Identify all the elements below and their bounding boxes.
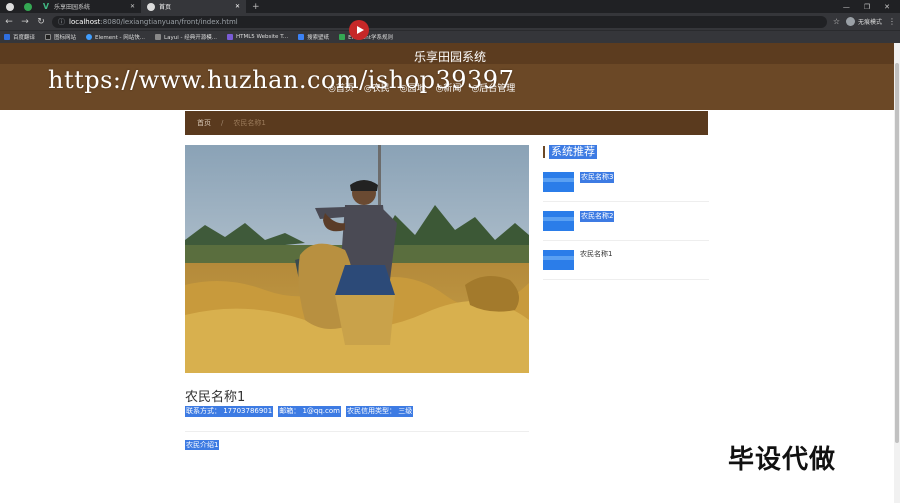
contact-text: 联系方式： 17703786901 — [185, 406, 274, 417]
address-bar-row: ← → ↻ ⓘ localhost:8080/lexiangtianyuan/f… — [0, 13, 900, 30]
browser-tab-2[interactable]: V 乐享田园系统 ✕ — [36, 0, 141, 13]
green-app-icon — [24, 2, 32, 11]
info-icon: ⓘ — [58, 17, 65, 26]
recommend-thumbnail — [543, 250, 574, 270]
close-window-icon[interactable]: ✕ — [884, 3, 890, 11]
icon-site-icon — [45, 34, 52, 40]
bookmark-item[interactable]: 百度翻译 — [4, 33, 35, 41]
incognito-icon — [845, 17, 855, 26]
recommend-item[interactable]: 农民名称1 — [543, 242, 709, 280]
bookmark-item[interactable]: Layui - 经典开源模... — [155, 33, 217, 41]
recommend-thumbnail — [543, 172, 574, 192]
html5-icon — [226, 34, 233, 40]
site-title: 乐享田园系统 — [413, 50, 486, 64]
globe-icon — [147, 2, 155, 11]
menu-icon[interactable]: ⋮ — [888, 17, 896, 26]
bookmark-item[interactable]: Element - 网站快... — [86, 33, 145, 41]
farmer-intro: 农民介绍1 — [185, 440, 220, 450]
recommend-name: 农民名称3 — [580, 172, 615, 183]
url-field[interactable]: ⓘ localhost:8080/lexiangtianyuan/front/i… — [52, 15, 827, 28]
chrome-icon — [6, 2, 14, 11]
recommend-name: 农民名称2 — [580, 211, 615, 222]
divider — [185, 431, 529, 432]
back-icon[interactable]: ← — [4, 17, 14, 27]
forward-icon[interactable]: → — [20, 17, 30, 27]
recommend-name: 农民名称1 — [580, 250, 613, 258]
farmer-photo — [185, 145, 529, 373]
breadcrumb-separator: / — [221, 119, 224, 127]
recommend-thumbnail — [543, 211, 574, 231]
email-text: 邮箱： 1@qq.com — [278, 406, 341, 417]
reload-icon[interactable]: ↻ — [36, 17, 46, 27]
recommend-item[interactable]: 农民名称2 — [543, 203, 709, 241]
bookmark-item[interactable]: HTML5 Website T... — [226, 34, 288, 40]
bookmarks-bar: 百度翻译 图标网站 Element - 网站快... Layui - 经典开源模… — [0, 30, 900, 43]
bookmark-item[interactable]: 搜索壁纸 — [298, 33, 329, 41]
browser-tab-1[interactable] — [18, 0, 36, 13]
profile-button[interactable]: 无痕模式 — [845, 17, 882, 26]
record-indicator-icon — [349, 20, 369, 40]
element-rules-icon — [339, 34, 346, 40]
sidebar-title: 系统推荐 — [543, 145, 597, 159]
element-icon — [86, 34, 93, 40]
breadcrumb-home[interactable]: 首页 — [197, 118, 211, 128]
layui-icon — [155, 34, 162, 40]
recommend-item[interactable]: 农民名称3 — [543, 164, 709, 202]
farmer-info-line: 联系方式： 17703786901 邮箱： 1@qq.com 农民信用类型： 三… — [185, 406, 414, 417]
browser-tab-bar: V 乐享田园系统 ✕ 首页 ✕ + — ❐ ✕ — [0, 0, 900, 13]
breadcrumb-current: 农民名称1 — [233, 119, 266, 127]
watermark-url: https://www.huzhan.com/ishop39397 — [48, 66, 515, 94]
browser-tab-0[interactable] — [0, 0, 18, 13]
page-scrollbar[interactable] — [894, 43, 900, 503]
bookmark-star-icon[interactable]: ☆ — [833, 17, 840, 26]
breadcrumb: 首页 / 农民名称1 — [185, 111, 708, 135]
close-icon[interactable]: ✕ — [130, 3, 135, 10]
browser-tab-3[interactable]: 首页 ✕ — [141, 0, 246, 13]
farmer-name-title: 农民名称1 — [185, 390, 246, 405]
restore-icon[interactable]: ❐ — [864, 3, 870, 11]
wallpaper-icon — [298, 34, 305, 40]
minimize-icon[interactable]: — — [843, 3, 850, 11]
close-icon[interactable]: ✕ — [235, 3, 240, 10]
translate-icon — [4, 34, 10, 40]
vue-icon: V — [42, 1, 50, 11]
credit-type-text: 农民信用类型： 三级 — [345, 406, 414, 417]
bookmark-item[interactable]: 图标网站 — [45, 33, 76, 41]
scrollbar-thumb[interactable] — [895, 63, 899, 443]
overlay-caption: 毕设代做 — [728, 445, 837, 475]
new-tab-icon[interactable]: + — [246, 2, 266, 12]
